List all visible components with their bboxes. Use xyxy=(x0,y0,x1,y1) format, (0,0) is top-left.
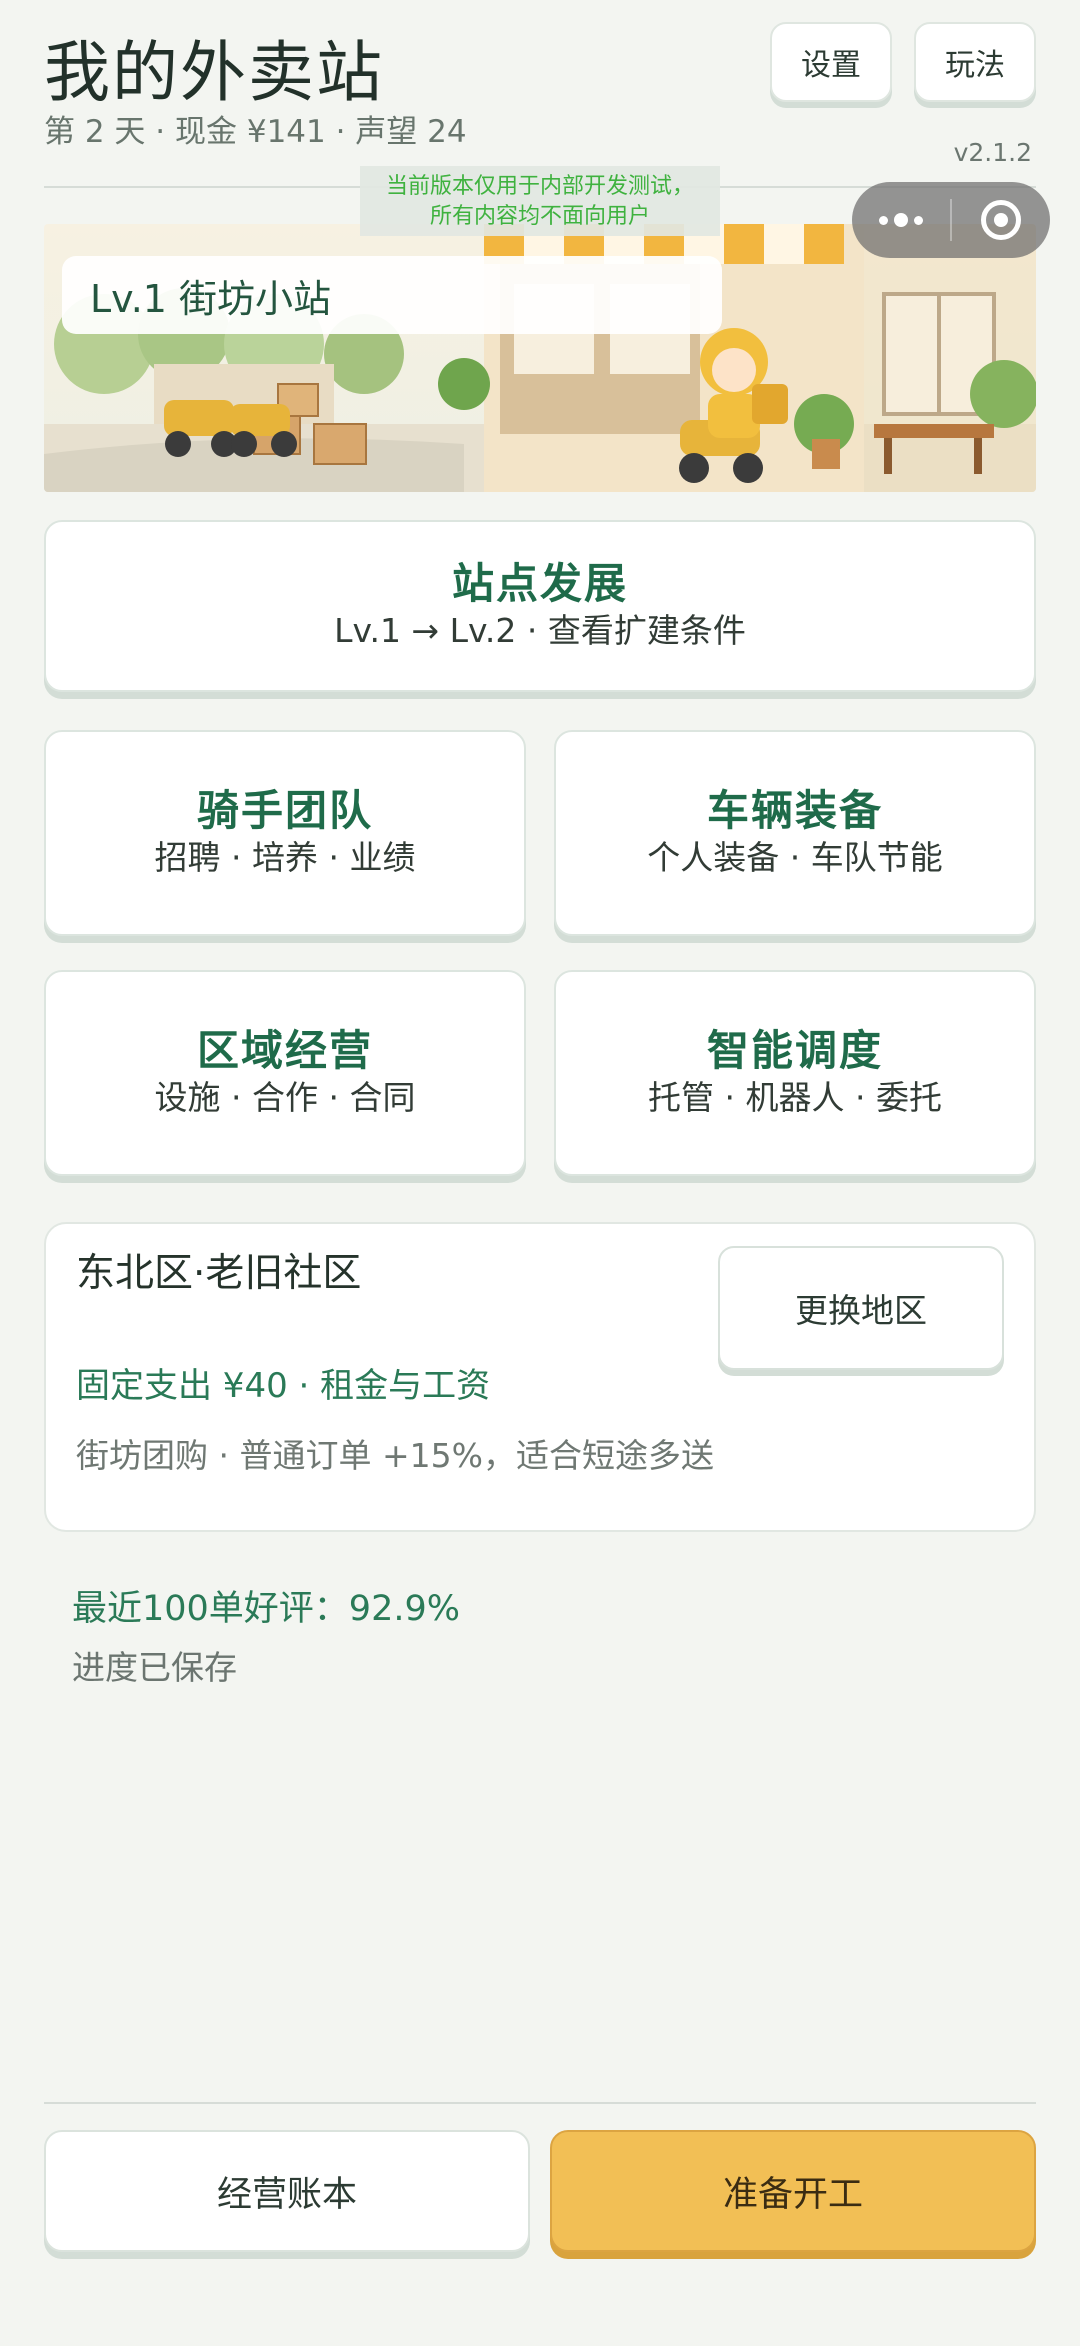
station-development-card[interactable]: 站点发展 Lv.1 → Lv.2 · 查看扩建条件 xyxy=(44,520,1036,692)
settings-button[interactable]: 设置 xyxy=(770,22,892,102)
rider-team-card[interactable]: 骑手团队 招聘 · 培养 · 业绩 xyxy=(44,730,526,936)
recent-rating: 最近100单好评：92.9% xyxy=(72,1589,460,1629)
card-title: 智能调度 xyxy=(706,1026,883,1075)
dev-notice-line2: 所有内容均不面向用户 xyxy=(429,204,650,229)
card-title: 区域经营 xyxy=(196,1026,373,1075)
card-subtitle: Lv.1 → Lv.2 · 查看扩建条件 xyxy=(334,611,746,650)
area-fixed-cost: 固定支出 ¥40 · 租金与工资 xyxy=(76,1366,491,1406)
close-miniprogram-icon[interactable] xyxy=(952,182,1050,258)
area-name: 东北区·老旧社区 xyxy=(76,1251,362,1296)
miniprogram-capsule xyxy=(852,182,1050,258)
dev-test-notice: 当前版本仅用于内部开发测试， 所有内容均不面向用户 xyxy=(360,166,720,236)
more-options-icon[interactable] xyxy=(852,182,950,258)
save-status: 进度已保存 xyxy=(72,1648,237,1687)
station-level-label: Lv.1 街坊小站 xyxy=(62,256,722,334)
how-to-play-button[interactable]: 玩法 xyxy=(914,22,1036,102)
page-title: 我的外卖站 xyxy=(44,34,384,111)
version-label: v2.1.2 xyxy=(953,138,1032,167)
footer-divider xyxy=(44,2102,1036,2104)
card-subtitle: 托管 · 机器人 · 委托 xyxy=(648,1078,942,1117)
ledger-button[interactable]: 经营账本 xyxy=(44,2130,530,2252)
card-subtitle: 设施 · 合作 · 合同 xyxy=(154,1078,416,1117)
card-subtitle: 招聘 · 培养 · 业绩 xyxy=(154,838,416,877)
card-title: 车辆装备 xyxy=(706,786,883,835)
vehicle-equipment-card[interactable]: 车辆装备 个人装备 · 车队节能 xyxy=(554,730,1036,936)
card-title: 骑手团队 xyxy=(196,786,373,835)
card-subtitle: 个人装备 · 车队节能 xyxy=(647,838,943,877)
change-area-button[interactable]: 更换地区 xyxy=(718,1246,1004,1370)
status-summary: 第 2 天 · 现金 ¥141 · 声望 24 xyxy=(44,114,467,150)
region-operations-card[interactable]: 区域经营 设施 · 合作 · 合同 xyxy=(44,970,526,1176)
start-work-button[interactable]: 准备开工 xyxy=(550,2130,1036,2252)
smart-dispatch-card[interactable]: 智能调度 托管 · 机器人 · 委托 xyxy=(554,970,1036,1176)
card-title: 站点发展 xyxy=(451,559,628,608)
area-description: 街坊团购 · 普通订单 +15%，适合短途多送 xyxy=(76,1436,714,1475)
dev-notice-line1: 当前版本仅用于内部开发测试， xyxy=(385,174,694,199)
